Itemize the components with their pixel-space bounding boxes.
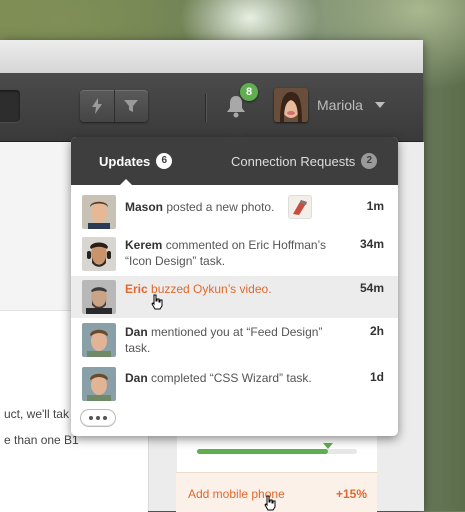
avatar [82, 367, 116, 401]
notification-item[interactable]: Eric buzzed Oykun’s video. 54m [71, 276, 398, 318]
photo-thumbnail[interactable] [289, 196, 311, 218]
notification-text: Dan mentioned you at “Feed Design” task. [125, 325, 323, 355]
filter-icon [124, 100, 139, 112]
notification-user[interactable]: Dan [125, 325, 148, 339]
notification-user[interactable]: Mason [125, 200, 163, 214]
search-field[interactable] [0, 90, 20, 122]
profile-progress-bar [197, 443, 357, 454]
notification-item[interactable]: Kerem commented on Eric Hoffman’s “Icon … [71, 233, 398, 275]
notification-user[interactable]: Eric [125, 282, 148, 296]
toolbar-divider [205, 94, 206, 122]
notification-item[interactable]: Mason posted a new photo. 1m [71, 191, 398, 231]
tab-count-badge: 6 [156, 153, 173, 169]
notification-time: 2h [369, 324, 384, 338]
notification-time: 34m [359, 237, 384, 251]
active-tab-indicator [120, 179, 132, 185]
lightning-icon [91, 98, 102, 114]
notification-time: 1d [369, 370, 384, 384]
toolbar-button-group [80, 90, 148, 122]
tab-count-badge: 2 [361, 153, 378, 169]
progress-marker [323, 443, 334, 449]
popover-arrow [229, 129, 245, 137]
tab-updates[interactable]: Updates 6 [99, 153, 173, 169]
notification-text: Kerem commented on Eric Hoffman’s “Icon … [125, 238, 326, 268]
tab-connection-requests[interactable]: Connection Requests 2 [231, 153, 378, 169]
window-titlebar [0, 40, 423, 74]
notification-text: Dan completed “CSS Wizard” task. [125, 371, 312, 385]
user-name[interactable]: Mariola [317, 97, 363, 113]
filter-button[interactable] [113, 90, 149, 122]
tab-label: Updates [99, 153, 151, 169]
tab-label: Connection Requests [231, 153, 356, 169]
user-avatar[interactable] [274, 88, 308, 122]
notification-item[interactable]: Dan completed “CSS Wizard” task. 1d [71, 363, 398, 403]
hand-cursor-icon [264, 495, 276, 511]
notification-item[interactable]: Dan mentioned you at “Feed Design” task.… [71, 319, 398, 361]
avatar [82, 237, 116, 271]
notifications-popover: Updates 6 Connection Requests 2 Mason po… [71, 137, 398, 436]
notification-text: Mason posted a new photo. [125, 200, 275, 214]
more-button[interactable] [81, 410, 115, 426]
avatar [82, 323, 116, 357]
task-percent: +15% [335, 487, 367, 501]
avatar [82, 195, 116, 229]
progress-fill [197, 449, 329, 454]
notification-count-badge: 8 [240, 83, 258, 101]
notification-user[interactable]: Kerem [125, 238, 162, 252]
notification-time: 1m [366, 199, 384, 213]
popover-header: Updates 6 Connection Requests 2 [71, 137, 398, 185]
hand-cursor-icon [151, 294, 163, 310]
body-text-line: uct, we'll tak [4, 407, 69, 421]
more-icon [89, 416, 93, 420]
avatar [82, 280, 116, 314]
notification-user[interactable]: Dan [125, 371, 148, 385]
chevron-down-icon[interactable] [375, 102, 385, 108]
activity-button[interactable] [80, 90, 114, 122]
notification-time: 54m [359, 281, 384, 295]
body-text-line: e than one B1 [4, 433, 79, 447]
